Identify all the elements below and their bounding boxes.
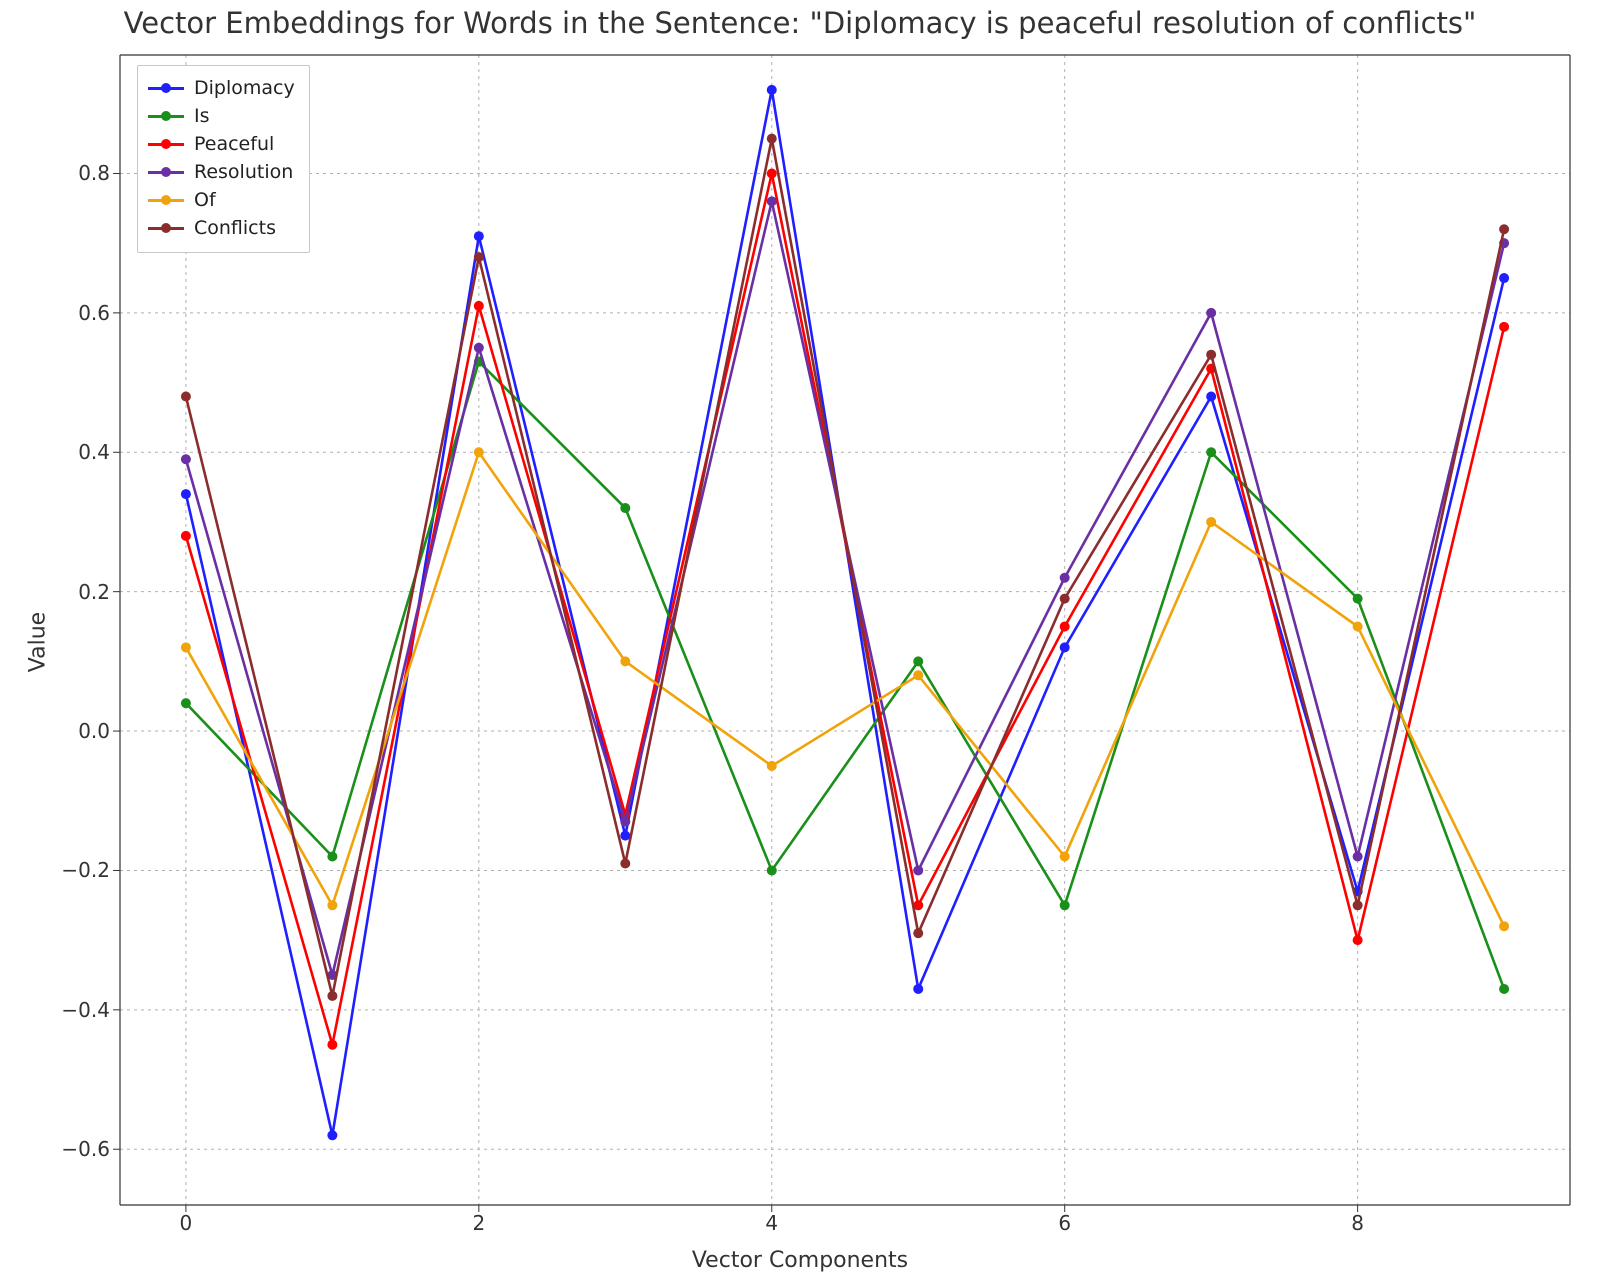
legend-swatch [148,190,184,210]
y-tick-label: 0.8 [30,163,110,183]
series-point [767,865,777,875]
legend-swatch [148,134,184,154]
series-point [913,928,923,938]
series-point [767,85,777,95]
x-tick-label: 8 [1351,1213,1364,1233]
series-point [620,817,630,827]
x-axis-label: Vector Components [0,1248,1600,1273]
series-point [327,900,337,910]
plot-svg [120,55,1570,1205]
legend-swatch [148,218,184,238]
legend-item: Of [148,186,295,214]
series-point [1060,642,1070,652]
y-tick-label: 0.0 [30,721,110,741]
y-tick-label: 0.2 [30,582,110,602]
y-tick-label: −0.2 [30,860,110,880]
series-point [1060,573,1070,583]
series-line [186,201,1504,975]
series-point [181,489,191,499]
series-point [1353,622,1363,632]
series-point [767,761,777,771]
legend-item: Is [148,102,295,130]
series-point [620,503,630,513]
series-point [913,865,923,875]
series-point [913,656,923,666]
series-point [181,531,191,541]
series-point [1499,921,1509,931]
series-line [186,452,1504,926]
series-point [913,670,923,680]
series-point [1060,622,1070,632]
series-point [767,196,777,206]
series-line [186,139,1504,996]
plot-area [120,55,1570,1205]
series-line [186,173,1504,1044]
series-point [767,134,777,144]
legend-item: Conflicts [148,214,295,242]
legend-item: Peaceful [148,130,295,158]
series-point [1206,447,1216,457]
series-point [327,852,337,862]
series-point [1353,900,1363,910]
series-point [474,252,484,262]
series-point [1060,900,1070,910]
legend-label: Conflicts [194,214,276,242]
legend-swatch [148,78,184,98]
y-tick-label: 0.4 [30,442,110,462]
series-point [474,231,484,241]
series-point [181,392,191,402]
series-point [1353,935,1363,945]
series-line [186,362,1504,989]
series-point [1060,594,1070,604]
legend-item: Resolution [148,158,295,186]
series-point [474,343,484,353]
legend-label: Of [194,186,216,214]
series-point [1206,517,1216,527]
series-point [181,698,191,708]
series-point [1353,852,1363,862]
legend-label: Is [194,102,210,130]
legend: DiplomacyIsPeacefulResolutionOfConflicts [137,65,310,253]
legend-label: Peaceful [194,130,274,158]
series-point [1499,273,1509,283]
series-point [620,831,630,841]
legend-swatch [148,106,184,126]
series-point [1206,308,1216,318]
series-point [1206,392,1216,402]
y-tick-label: −0.6 [30,1139,110,1159]
x-tick-label: 0 [180,1213,193,1233]
legend-swatch [148,162,184,182]
legend-item: Diplomacy [148,74,295,102]
legend-label: Resolution [194,158,293,186]
series-point [327,991,337,1001]
series-point [327,1130,337,1140]
series-point [1499,224,1509,234]
series-point [327,1040,337,1050]
chart-title: Vector Embeddings for Words in the Sente… [0,6,1600,40]
x-tick-label: 4 [765,1213,778,1233]
y-tick-label: 0.6 [30,303,110,323]
y-tick-label: −0.4 [30,1000,110,1020]
series-point [620,858,630,868]
series-point [181,642,191,652]
series-point [1060,852,1070,862]
series-point [474,301,484,311]
series-point [1353,594,1363,604]
series-point [913,984,923,994]
figure: Vector Embeddings for Words in the Sente… [0,0,1600,1283]
series-point [181,454,191,464]
series-point [767,168,777,178]
series-point [1499,984,1509,994]
series-point [1206,350,1216,360]
series-point [620,656,630,666]
legend-label: Diplomacy [194,74,295,102]
y-axis-label: Value [26,611,51,671]
series-line [186,90,1504,1135]
series-point [474,447,484,457]
series-point [1499,322,1509,332]
x-tick-label: 6 [1058,1213,1071,1233]
x-tick-label: 2 [472,1213,485,1233]
